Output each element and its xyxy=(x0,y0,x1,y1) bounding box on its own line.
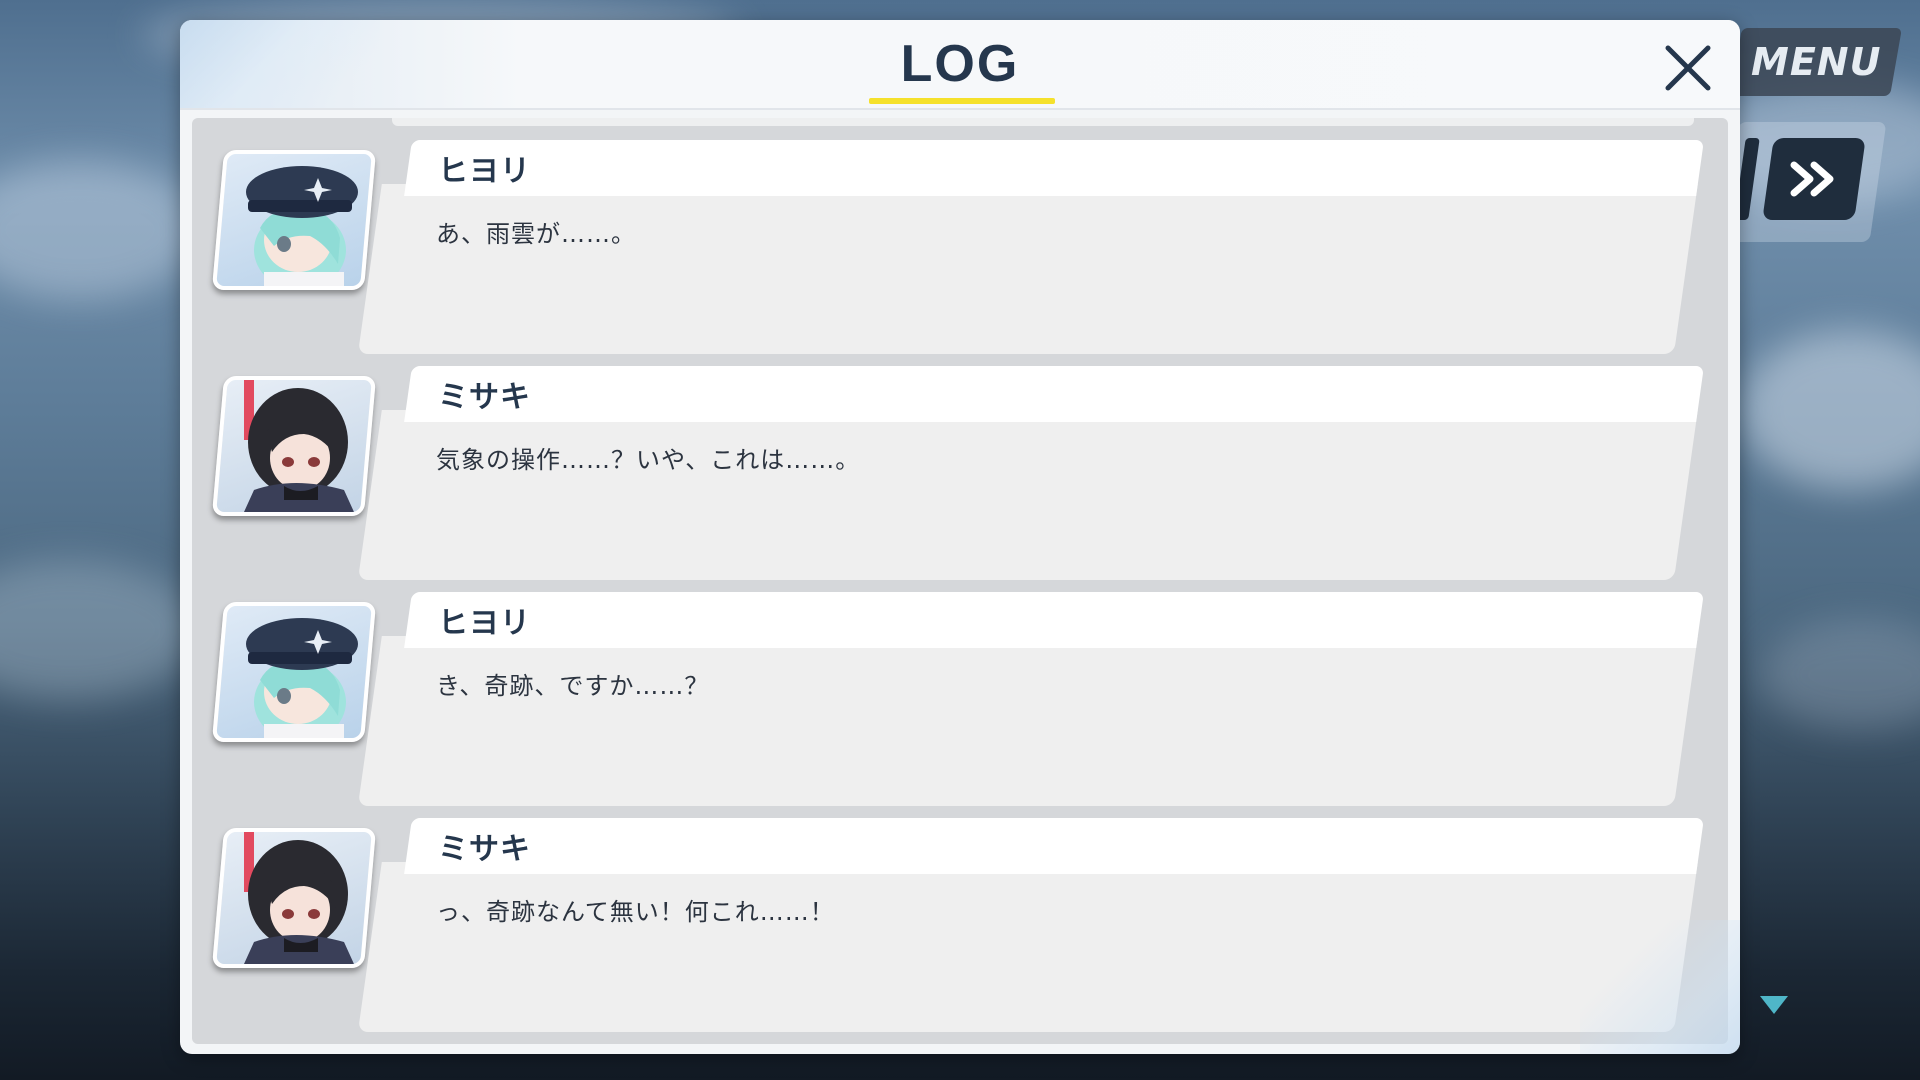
skip-button[interactable] xyxy=(1762,138,1866,220)
close-icon xyxy=(1665,45,1711,91)
game-scene: MENU LOG ヒヨリ あ、雨雲が……。 ミサキ 気象の操作……？いや、これは… xyxy=(0,0,1920,1080)
background-cloud xyxy=(0,560,200,700)
hiyori-portrait xyxy=(211,150,377,290)
speaker-name: ミサキ xyxy=(438,380,531,415)
hiyori-portrait xyxy=(211,602,377,742)
log-entry: ミサキ 気象の操作……？いや、これは……。 xyxy=(192,366,1728,580)
speaker-name: ヒヨリ xyxy=(438,154,531,189)
menu-button[interactable]: MENU xyxy=(1730,28,1902,96)
log-list[interactable]: ヒヨリ あ、雨雲が……。 ミサキ 気象の操作……？いや、これは……。 ヒヨリ き… xyxy=(192,118,1728,1044)
misaki-portrait xyxy=(211,376,377,516)
log-entry: ミサキ っ、奇跡なんて無い！何これ……！ xyxy=(192,818,1728,1032)
fast-forward-icon xyxy=(1790,161,1834,197)
speaker-name: ミサキ xyxy=(438,832,531,867)
menu-button-label: MENU xyxy=(1750,40,1882,84)
title-underline xyxy=(869,98,1055,104)
scroll-down-arrow-icon[interactable] xyxy=(1760,996,1788,1014)
log-entry: ヒヨリ き、奇跡、ですか……？ xyxy=(192,592,1728,806)
log-header: LOG xyxy=(180,20,1740,110)
dialogue-text: っ、奇跡なんて無い！何これ……！ xyxy=(436,898,835,926)
dialogue-text: き、奇跡、ですか……？ xyxy=(436,672,710,700)
log-title: LOG xyxy=(900,35,1020,93)
close-button[interactable] xyxy=(1652,32,1724,104)
background-cloud xyxy=(1740,330,1920,490)
misaki-portrait xyxy=(211,828,377,968)
background-cloud xyxy=(0,160,200,300)
dialogue-text: 気象の操作……？いや、これは……。 xyxy=(436,446,861,474)
log-panel: LOG ヒヨリ あ、雨雲が……。 ミサキ 気象の操作……？いや、これは……。 ヒ… xyxy=(180,20,1740,1054)
log-entry: ヒヨリ あ、雨雲が……。 xyxy=(192,140,1728,354)
background-cloud xyxy=(1760,620,1920,730)
speaker-name: ヒヨリ xyxy=(438,606,531,641)
dialogue-text: あ、雨雲が……。 xyxy=(436,220,636,248)
